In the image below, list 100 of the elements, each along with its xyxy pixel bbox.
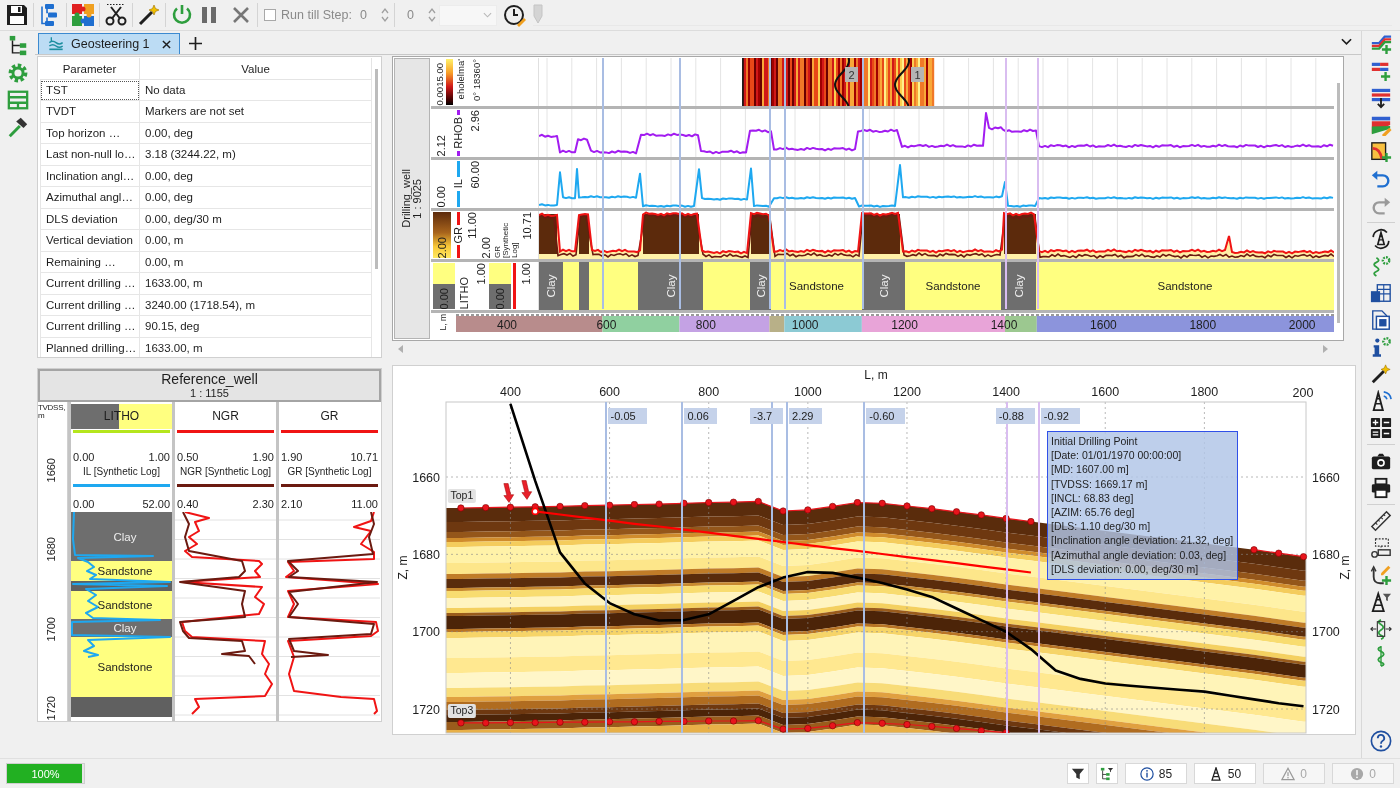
table-cell[interactable]: 0.00, deg/30 m <box>140 208 372 230</box>
undo-icon[interactable] <box>1370 168 1392 190</box>
table-icon[interactable] <box>1370 282 1392 304</box>
table-cell[interactable]: Current drilling … <box>40 273 140 295</box>
layers-plus-icon[interactable] <box>1370 33 1392 55</box>
stack-down-icon[interactable] <box>1370 87 1392 109</box>
track-name: IL <box>452 179 464 189</box>
scale-value: 1.00 <box>520 263 532 285</box>
axis-title: Z, m <box>396 555 410 580</box>
table-cell[interactable]: Current drilling … <box>40 294 140 316</box>
curve-title: GR [Synthetic Log] <box>287 465 372 477</box>
scale-value: 11.00 <box>466 212 478 239</box>
scale-value: 0.00 <box>73 498 95 510</box>
scale-value: 2.30 <box>252 498 274 510</box>
table-cell[interactable]: 1633.00, m <box>140 273 372 295</box>
scale-value: 15.00 <box>434 62 445 87</box>
scale-value: 0.40 <box>177 498 199 510</box>
tree-filter-button[interactable] <box>1096 763 1118 784</box>
plus-icon[interactable] <box>188 37 202 50</box>
axis-tick-label: 200 <box>1292 386 1314 400</box>
table-cell[interactable]: 90.15, deg <box>140 316 372 338</box>
table-cell[interactable]: 0.00, m <box>140 230 372 252</box>
ruler-label: 800 <box>695 317 716 332</box>
table-cell[interactable]: 0.00, deg <box>140 187 372 209</box>
ruler-label: 1000 <box>791 317 819 332</box>
info-gear-icon[interactable] <box>1370 336 1392 358</box>
table-cell[interactable]: 0.00, deg <box>140 122 372 144</box>
axis-title: L, m <box>864 368 888 382</box>
magic-wand-icon[interactable] <box>1370 363 1392 385</box>
derrick-filter-icon[interactable] <box>1370 591 1392 613</box>
chevron-down-icon[interactable] <box>1341 38 1352 46</box>
ruler-label: 2000 <box>1288 317 1316 332</box>
scale-value: 0° 18360° <box>472 59 482 101</box>
table-cell[interactable]: DLS deviation <box>40 208 140 230</box>
hammer-icon[interactable] <box>6 116 29 138</box>
table-cell[interactable]: 1633.00, m <box>140 337 372 357</box>
counter-button[interactable]: 50 <box>1194 763 1256 784</box>
clock-pencil-icon[interactable] <box>502 3 527 27</box>
table-cell[interactable]: 3.18 (3244.22, m) <box>140 144 372 166</box>
sine-curve <box>894 58 910 106</box>
table-cell[interactable]: Vertical deviation <box>40 230 140 252</box>
stack-plus-icon[interactable] <box>1370 60 1392 82</box>
calculator-icon[interactable] <box>1370 417 1392 439</box>
filter-button[interactable] <box>1067 763 1089 784</box>
layers-pencil-icon[interactable] <box>1370 114 1392 136</box>
table-cell[interactable]: No data <box>140 79 372 101</box>
derrick-signal-icon[interactable] <box>1370 390 1392 412</box>
depth-tick-label: 1700 <box>46 616 57 642</box>
ruler-icon[interactable] <box>1370 510 1392 532</box>
table-cell[interactable]: 0.00, m <box>140 251 372 273</box>
close-icon[interactable] <box>161 39 171 49</box>
progress-label: 100% <box>31 767 60 780</box>
axis-tick-label: 1720 <box>1312 702 1340 717</box>
tooltip-line: [Inclination angle deviation: 21.32, deg] <box>1051 533 1234 548</box>
table-cell[interactable]: 3240.00 (1718.54), m <box>140 294 372 316</box>
tree-filter-icon <box>1100 766 1114 781</box>
scale-value: 0.00 <box>438 287 450 309</box>
table-cell[interactable]: Markers are not set <box>140 101 372 123</box>
checkbox[interactable] <box>264 9 276 21</box>
coil-gear-icon[interactable] <box>1370 255 1392 277</box>
dotted-pointer-icon[interactable] <box>1370 537 1392 559</box>
table-cell[interactable]: TST <box>40 79 140 101</box>
help-icon[interactable] <box>1370 730 1392 752</box>
table-cell[interactable]: Top horizon … <box>40 122 140 144</box>
arrow-marker-icon <box>503 482 515 504</box>
table-cell[interactable]: Inclination angl… <box>40 165 140 187</box>
scrollbar-thumb[interactable] <box>1336 83 1340 323</box>
layout-icon[interactable] <box>6 89 29 111</box>
magic-wand-icon[interactable] <box>137 3 161 27</box>
document-icon[interactable] <box>1370 309 1392 331</box>
document-tab[interactable]: Geosteering 1 <box>38 33 180 54</box>
table-cell[interactable]: Last non-null lo… <box>40 144 140 166</box>
column-header[interactable]: Parameter <box>40 58 140 80</box>
timeline-slider[interactable] <box>532 4 1392 26</box>
table-cell[interactable]: Planned drilling… <box>40 337 140 357</box>
ruler-label: 600 <box>596 317 617 332</box>
table-cell[interactable]: TVDT <box>40 101 140 123</box>
derrick-refresh-icon[interactable] <box>1370 228 1392 250</box>
power-icon[interactable] <box>170 3 194 27</box>
counter-button[interactable]: 85 <box>1125 763 1187 784</box>
dropdown-field[interactable] <box>438 4 497 26</box>
scissors-icon[interactable] <box>104 3 128 27</box>
scrollbar-thumb[interactable] <box>375 69 378 269</box>
warning-icon <box>1281 766 1296 781</box>
table-cell[interactable]: Azimuthal angl… <box>40 187 140 209</box>
scale-value: 1.90 <box>252 451 274 463</box>
puzzle-icon[interactable] <box>71 3 95 27</box>
table-cell[interactable]: Current drilling … <box>40 316 140 338</box>
table-cell[interactable]: Remaining … <box>40 251 140 273</box>
coil-arrows-icon[interactable] <box>1370 618 1392 640</box>
table-cell[interactable]: 0.00, deg <box>140 165 372 187</box>
curve-plus-icon[interactable] <box>1370 564 1392 586</box>
slider-thumb[interactable] <box>532 4 543 24</box>
printer-icon[interactable] <box>1370 477 1392 499</box>
column-header[interactable]: Value <box>140 58 372 80</box>
save-icon[interactable] <box>5 3 29 27</box>
gear-icon[interactable] <box>6 62 29 84</box>
litho-label: Clay <box>664 274 677 298</box>
scale-value: 0.00 <box>435 185 447 207</box>
image-plus-icon[interactable] <box>1370 141 1392 163</box>
